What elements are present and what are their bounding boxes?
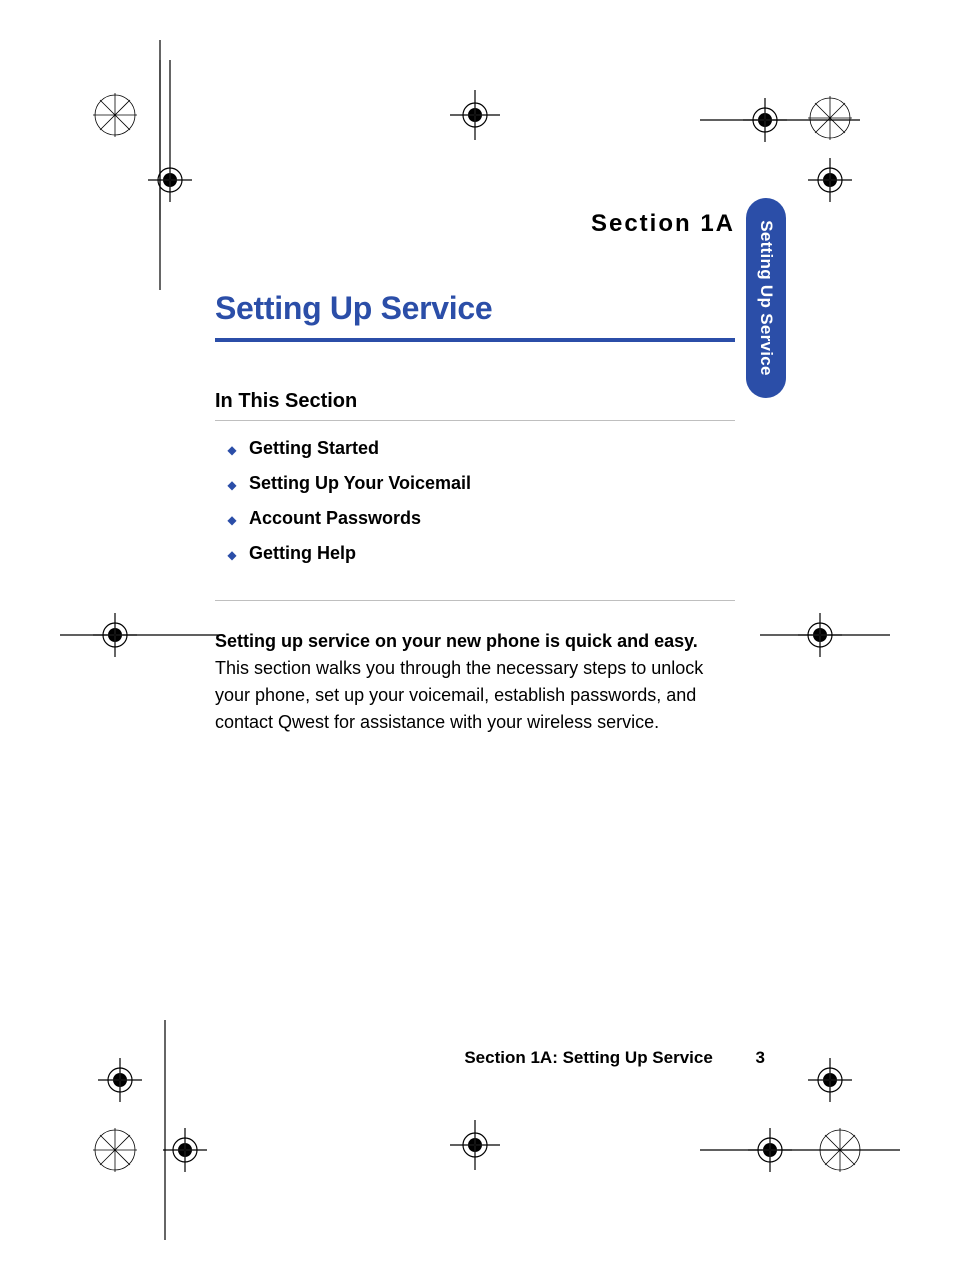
in-this-section-heading: In This Section <box>215 390 357 413</box>
registration-mark <box>130 40 190 290</box>
bullet-icon: ◆ <box>215 478 249 492</box>
bullet-icon: ◆ <box>215 548 249 562</box>
footer-label: Section 1A: Setting Up Service <box>464 1048 712 1067</box>
list-item: ◆ Getting Help <box>215 543 735 564</box>
page-footer: Section 1A: Setting Up Service 3 <box>215 1048 765 1068</box>
registration-mark <box>760 580 920 700</box>
bullet-icon: ◆ <box>215 443 249 457</box>
body-text: This section walks you through the neces… <box>215 658 703 732</box>
list-item: ◆ Account Passwords <box>215 508 735 529</box>
registration-mark <box>60 60 220 220</box>
bullet-icon: ◆ <box>215 513 249 527</box>
registration-mark <box>410 1090 550 1230</box>
list-item: ◆ Setting Up Your Voicemail <box>215 473 735 494</box>
side-tab: Setting Up Service <box>746 198 786 398</box>
list-item-label: Account Passwords <box>249 508 421 529</box>
body-paragraph: Setting up service on your new phone is … <box>215 628 735 736</box>
divider <box>215 600 735 601</box>
divider <box>215 420 735 421</box>
list-item-label: Getting Help <box>249 543 356 564</box>
lead-sentence: Setting up service on your new phone is … <box>215 631 698 651</box>
page-number: 3 <box>756 1048 765 1068</box>
registration-mark <box>430 60 550 180</box>
list-item-label: Setting Up Your Voicemail <box>249 473 471 494</box>
page-title: Setting Up Service <box>215 290 492 327</box>
section-label: Section 1A <box>215 210 735 238</box>
list-item: ◆ Getting Started <box>215 438 735 459</box>
bullet-list: ◆ Getting Started ◆ Setting Up Your Voic… <box>215 438 735 578</box>
registration-mark <box>60 580 220 700</box>
list-item-label: Getting Started <box>249 438 379 459</box>
side-tab-label: Setting Up Service <box>756 220 776 376</box>
title-divider <box>215 338 735 342</box>
